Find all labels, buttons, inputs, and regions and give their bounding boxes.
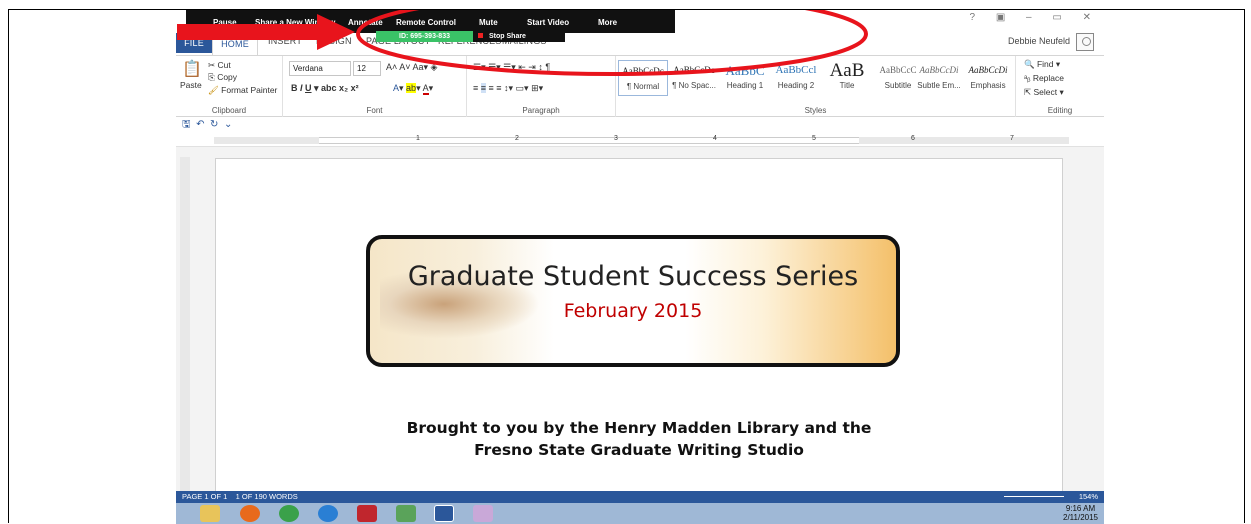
clipboard-label: Clipboard bbox=[211, 106, 247, 115]
zoom-level[interactable]: 154% bbox=[1079, 491, 1098, 503]
style-subtle-emphasis[interactable]: AaBbCcDi Subtle Em... bbox=[914, 60, 964, 96]
ruler-number: 6 bbox=[911, 135, 915, 142]
ruler-number: 1 bbox=[416, 135, 420, 142]
font-label: Font bbox=[366, 106, 383, 115]
document-area: Graduate Student Success Series February… bbox=[176, 147, 1104, 498]
brush-icon: 🖌 bbox=[208, 85, 219, 95]
internet-explorer-icon[interactable] bbox=[318, 505, 338, 522]
ruler-number: 7 bbox=[1010, 135, 1014, 142]
scissors-icon: ✂ bbox=[208, 60, 216, 70]
replace-button[interactable]: ᵃᵦ Replace bbox=[1024, 73, 1064, 83]
ruler-number: 4 bbox=[713, 135, 717, 142]
editing-group: 🔍 Find ▾ ᵃᵦ Replace ⇱ Select ▾ Editing bbox=[1016, 56, 1104, 117]
red-arrow-annotation bbox=[177, 14, 355, 50]
zoom-slider[interactable] bbox=[1004, 496, 1064, 497]
save-icon[interactable]: 🖫 bbox=[182, 119, 191, 130]
credit-line-1: Brought to you by the Henry Madden Libra… bbox=[406, 419, 872, 437]
vertical-ruler[interactable] bbox=[180, 157, 190, 491]
paste-icon[interactable]: 📋 bbox=[182, 59, 202, 79]
ruler-number: 3 bbox=[614, 135, 618, 142]
styles-label: Styles bbox=[804, 106, 827, 115]
red-ellipse-annotation bbox=[356, 10, 868, 76]
style-emphasis[interactable]: AaBbCcDi Emphasis bbox=[963, 60, 1013, 96]
banner-subtitle: February 2015 bbox=[563, 300, 703, 322]
quick-access-toolbar: 🖫 ↶ ↻ ⌄ bbox=[176, 117, 1104, 133]
banner-image: Graduate Student Success Series February… bbox=[366, 235, 900, 367]
user-name[interactable]: Debbie Neufeld bbox=[1008, 36, 1070, 46]
app-q-icon[interactable] bbox=[357, 505, 377, 522]
snipping-tool-icon[interactable] bbox=[473, 505, 493, 522]
word-icon[interactable] bbox=[434, 505, 454, 522]
avatar[interactable] bbox=[1076, 33, 1094, 51]
ruler-number: 2 bbox=[515, 135, 519, 142]
credit-line-2: Fresno State Graduate Writing Studio bbox=[474, 441, 804, 459]
copy-button[interactable]: ⎘ Copy bbox=[208, 72, 237, 83]
system-clock[interactable]: 9:16 AM 2/11/2015 bbox=[1063, 504, 1098, 522]
font-format-buttons[interactable]: B I U ▾ abc x₂ x² bbox=[291, 83, 359, 94]
clipboard-group: 📋 Paste ✂ Cut ⎘ Copy 🖌 Format Painter Cl… bbox=[176, 56, 283, 117]
horizontal-ruler[interactable]: 1 2 3 4 5 6 7 bbox=[176, 133, 1104, 147]
copy-icon: ⎘ bbox=[208, 72, 215, 82]
home-icon[interactable] bbox=[396, 505, 416, 522]
word-window: FILE HOME INSERT DESIGN PAGE LAYOUT REFE… bbox=[176, 10, 1104, 524]
status-bar: PAGE 1 OF 1 1 OF 190 WORDS 154% bbox=[176, 491, 1104, 503]
taskbar: 9:16 AM 2/11/2015 bbox=[176, 503, 1104, 524]
word-count[interactable]: 1 OF 190 WORDS bbox=[236, 492, 298, 501]
customize-icon[interactable]: ⌄ bbox=[224, 119, 232, 130]
cut-button[interactable]: ✂ Cut bbox=[208, 60, 231, 71]
editing-label: Editing bbox=[1047, 106, 1073, 115]
font-name-select[interactable]: Verdana bbox=[289, 61, 351, 76]
find-button[interactable]: 🔍 Find ▾ bbox=[1024, 59, 1060, 70]
replace-icon: ᵃᵦ bbox=[1024, 73, 1031, 83]
alignment-buttons[interactable]: ≡ ≡ ≡ ≡ ↕▾ ▭▾ ⊞▾ bbox=[473, 83, 543, 94]
credit-text: Brought to you by the Henry Madden Libra… bbox=[216, 417, 1062, 461]
document-page[interactable]: Graduate Student Success Series February… bbox=[215, 158, 1063, 498]
undo-icon[interactable]: ↶ bbox=[196, 119, 204, 130]
redo-icon[interactable]: ↻ bbox=[210, 119, 218, 130]
ruler-number: 5 bbox=[812, 135, 816, 142]
window-controls[interactable]: ? ▣ – ▭ ✕ bbox=[969, 12, 1100, 23]
paste-button[interactable]: Paste bbox=[180, 80, 202, 90]
font-color-buttons[interactable]: A▾ ab▾ A▾ bbox=[393, 83, 433, 95]
clock-time: 9:16 AM bbox=[1065, 504, 1096, 513]
select-button[interactable]: ⇱ Select ▾ bbox=[1024, 87, 1064, 98]
screenshot-frame: FILE HOME INSERT DESIGN PAGE LAYOUT REFE… bbox=[8, 9, 1245, 524]
paragraph-label: Paragraph bbox=[522, 106, 560, 115]
firefox-icon[interactable] bbox=[240, 505, 260, 522]
binoculars-icon: 🔍 bbox=[1024, 59, 1035, 69]
chrome-icon[interactable] bbox=[279, 505, 299, 522]
page-count[interactable]: PAGE 1 OF 1 bbox=[182, 492, 227, 501]
banner-title: Graduate Student Success Series bbox=[407, 261, 859, 292]
file-explorer-icon[interactable] bbox=[200, 505, 220, 522]
clock-date: 2/11/2015 bbox=[1063, 513, 1098, 522]
format-painter-button[interactable]: 🖌 Format Painter bbox=[208, 85, 277, 96]
cursor-icon: ⇱ bbox=[1024, 87, 1032, 97]
